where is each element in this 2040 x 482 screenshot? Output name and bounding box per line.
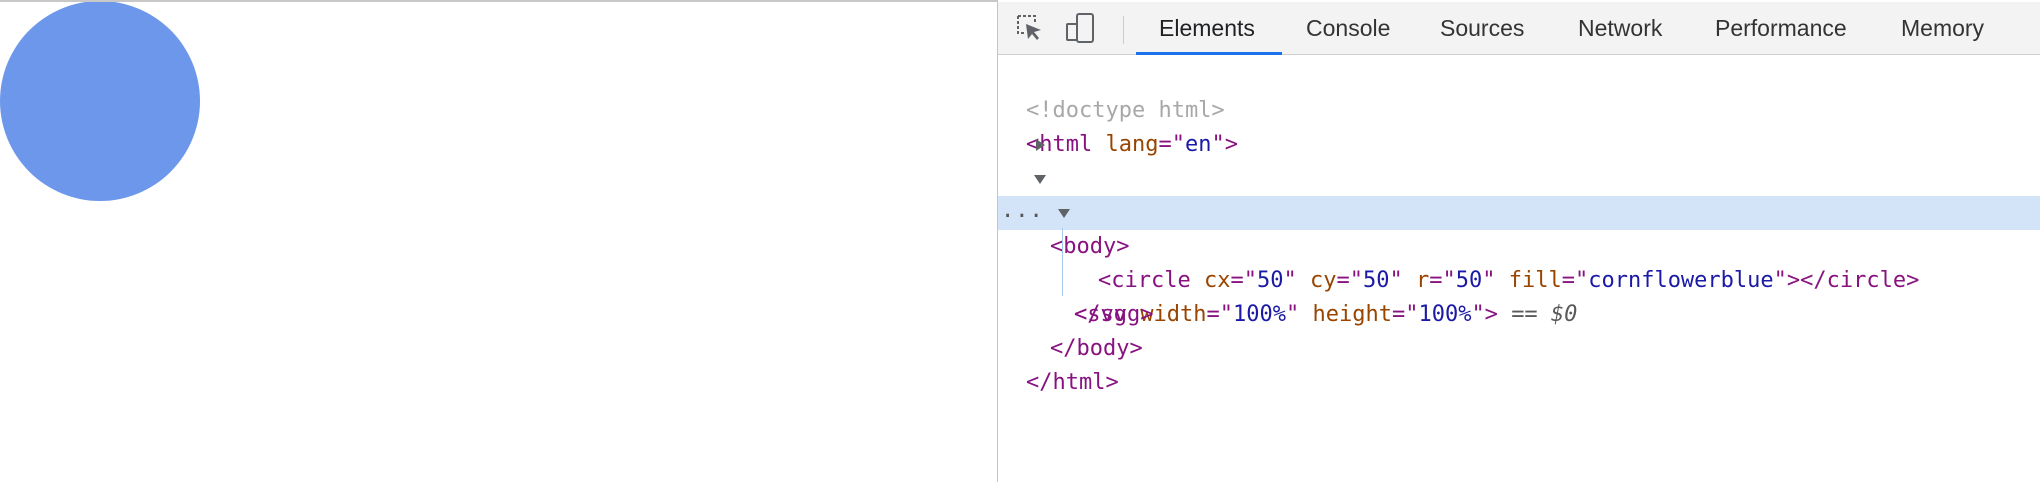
tab-performance[interactable]: Performance (1715, 2, 1847, 54)
inspect-element-button[interactable] (1010, 10, 1050, 50)
svg-children-guide-line (1062, 228, 1063, 296)
devtools-panel: Elements Console Sources Network Perform… (997, 0, 2040, 482)
expand-triangle-icon[interactable] (1030, 128, 1050, 162)
collapse-triangle-icon[interactable] (1030, 162, 1050, 196)
toolbar-divider (1123, 16, 1124, 44)
device-toolbar-button[interactable] (1060, 10, 1100, 50)
tab-network[interactable]: Network (1578, 2, 1662, 54)
active-tab-indicator (1136, 52, 1282, 55)
tab-console[interactable]: Console (1306, 2, 1390, 54)
dom-node-svg-selected[interactable]: ... <svg width="100%" height="100%"> == … (998, 196, 2040, 327)
dom-node-head[interactable]: <head>…</head> (998, 128, 2040, 225)
device-toolbar-icon (1064, 12, 1096, 49)
dom-node-doctype[interactable]: <!doctype html> (998, 60, 2040, 123)
dom-node-body[interactable]: <body> (998, 162, 2040, 259)
dom-node-html-close[interactable]: </html> (998, 332, 2040, 395)
html-close-tag: </html> (1026, 370, 1119, 395)
tab-sources[interactable]: Sources (1440, 2, 1524, 54)
page-viewport (0, 2, 997, 482)
demo-svg (0, 2, 200, 201)
inspect-element-icon (1015, 13, 1045, 48)
tab-elements[interactable]: Elements (1159, 2, 1255, 54)
dom-node-html[interactable]: <html lang="en"> (998, 94, 2040, 157)
tab-memory[interactable]: Memory (1901, 2, 1984, 54)
more-options-icon[interactable]: ... (1001, 196, 1044, 230)
cornflowerblue-circle[interactable] (0, 2, 200, 201)
devtools-toolbar: Elements Console Sources Network Perform… (998, 2, 2040, 55)
collapse-triangle-icon[interactable] (1054, 196, 1074, 230)
dom-node-svg-close[interactable]: </svg> (998, 264, 2040, 327)
dom-node-body-close[interactable]: </body> (998, 298, 2040, 361)
dom-node-circle[interactable]: <circle cx="50" cy="50" r="50" fill="cor… (998, 230, 2040, 293)
